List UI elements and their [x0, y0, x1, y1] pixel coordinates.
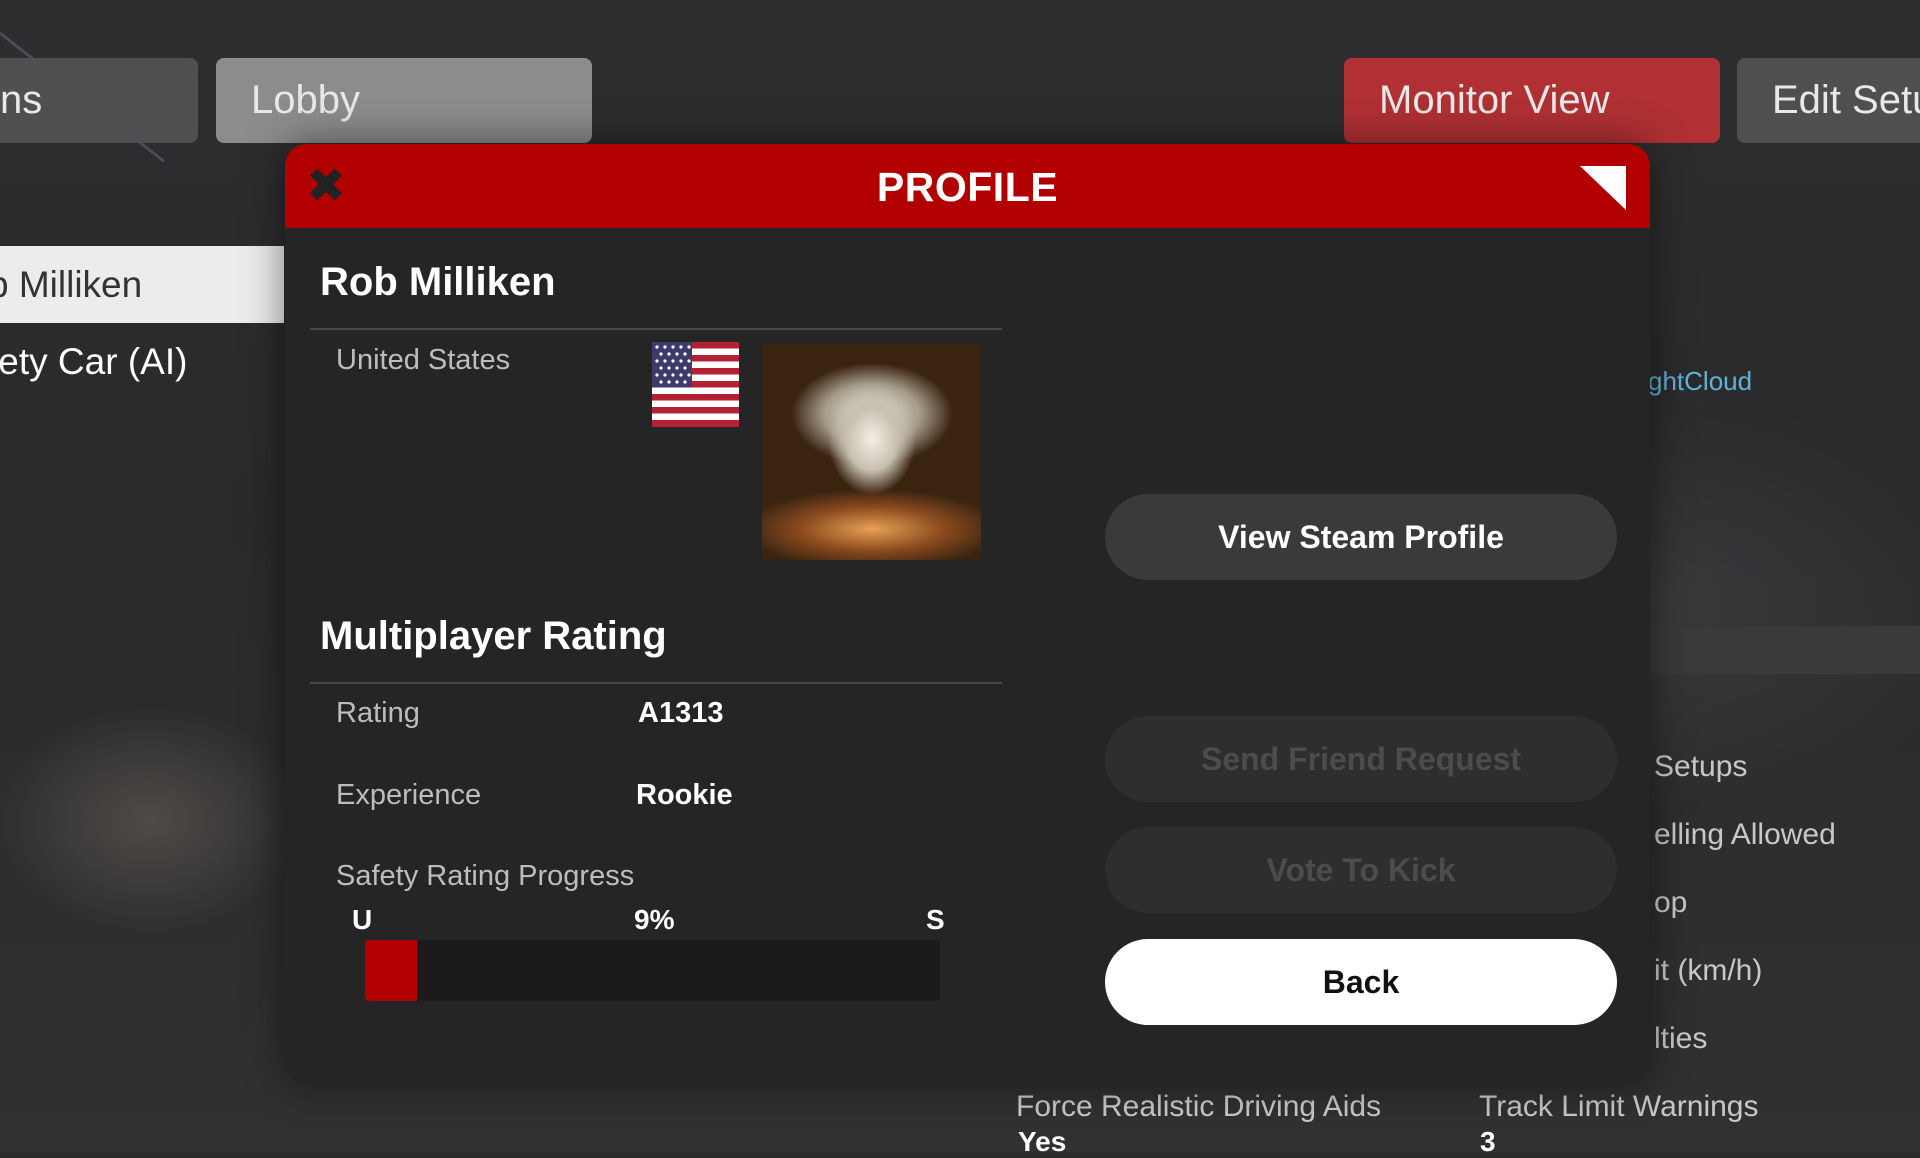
multiplayer-rating-title: Multiplayer Rating [320, 614, 667, 658]
us-flag-icon [652, 342, 739, 427]
background-setting-label: Track Limit Warnings [1479, 1090, 1759, 1123]
tab-lobby[interactable]: Lobby [216, 58, 592, 143]
background-right-panel: ghtCloud Setups elling Allowed op it (km… [1640, 0, 1920, 1153]
safety-percent: 9% [634, 904, 675, 935]
tab-monitor-view-label: Monitor View [1379, 78, 1610, 122]
player-row[interactable]: fety Car (AI) [0, 323, 284, 400]
safety-to-grade: S [926, 904, 945, 935]
avatar [762, 344, 981, 560]
player-list: b Milliken fety Car (AI) [0, 246, 284, 400]
safety-from-grade: U [352, 904, 373, 935]
divider [310, 682, 1002, 684]
back-button[interactable]: Back [1105, 939, 1617, 1025]
background-player-link[interactable]: ghtCloud [1648, 366, 1752, 397]
background-setting: elling Allowed [1654, 818, 1836, 851]
view-steam-profile-button[interactable]: View Steam Profile [1105, 494, 1617, 580]
experience-label: Experience [336, 779, 482, 811]
background-setting: Setups [1654, 750, 1748, 783]
rating-label: Rating [336, 697, 420, 729]
background-setting-value: 3 [1480, 1126, 1496, 1157]
vote-to-kick-button[interactable]: Vote To Kick [1105, 827, 1617, 913]
expand-corner-icon[interactable] [1580, 166, 1626, 210]
background-setting: op [1654, 886, 1688, 919]
player-row-selected[interactable]: b Milliken [0, 246, 284, 323]
player-name: Rob Milliken [320, 260, 556, 304]
divider [310, 328, 1002, 330]
safety-progress-fill [365, 940, 417, 1001]
background-setting: lties [1654, 1022, 1708, 1055]
player-row-name: b Milliken [0, 263, 143, 305]
background-setting-label: Force Realistic Driving Aids [1016, 1090, 1382, 1123]
country-label: United States [336, 344, 511, 376]
background-setting: it (km/h) [1654, 954, 1763, 987]
safety-rating-label: Safety Rating Progress [336, 860, 635, 892]
experience-value: Rookie [636, 779, 733, 811]
rating-value: A1313 [638, 697, 724, 729]
dialog-header: ✖ PROFILE [285, 144, 1650, 228]
background-setting-value: Yes [1018, 1126, 1067, 1157]
player-row-name: fety Car (AI) [0, 340, 188, 382]
tab-lobby-label: Lobby [251, 78, 360, 122]
tab-sessions-label: ns [0, 78, 43, 122]
tab-sessions[interactable]: ns [0, 58, 198, 143]
safety-progress-bar [365, 940, 940, 1001]
profile-dialog: ✖ PROFILE Rob Milliken United States Mul… [285, 144, 1650, 1083]
dialog-title: PROFILE [876, 164, 1059, 210]
background-band [1640, 626, 1920, 674]
send-friend-request-button[interactable]: Send Friend Request [1105, 716, 1617, 802]
